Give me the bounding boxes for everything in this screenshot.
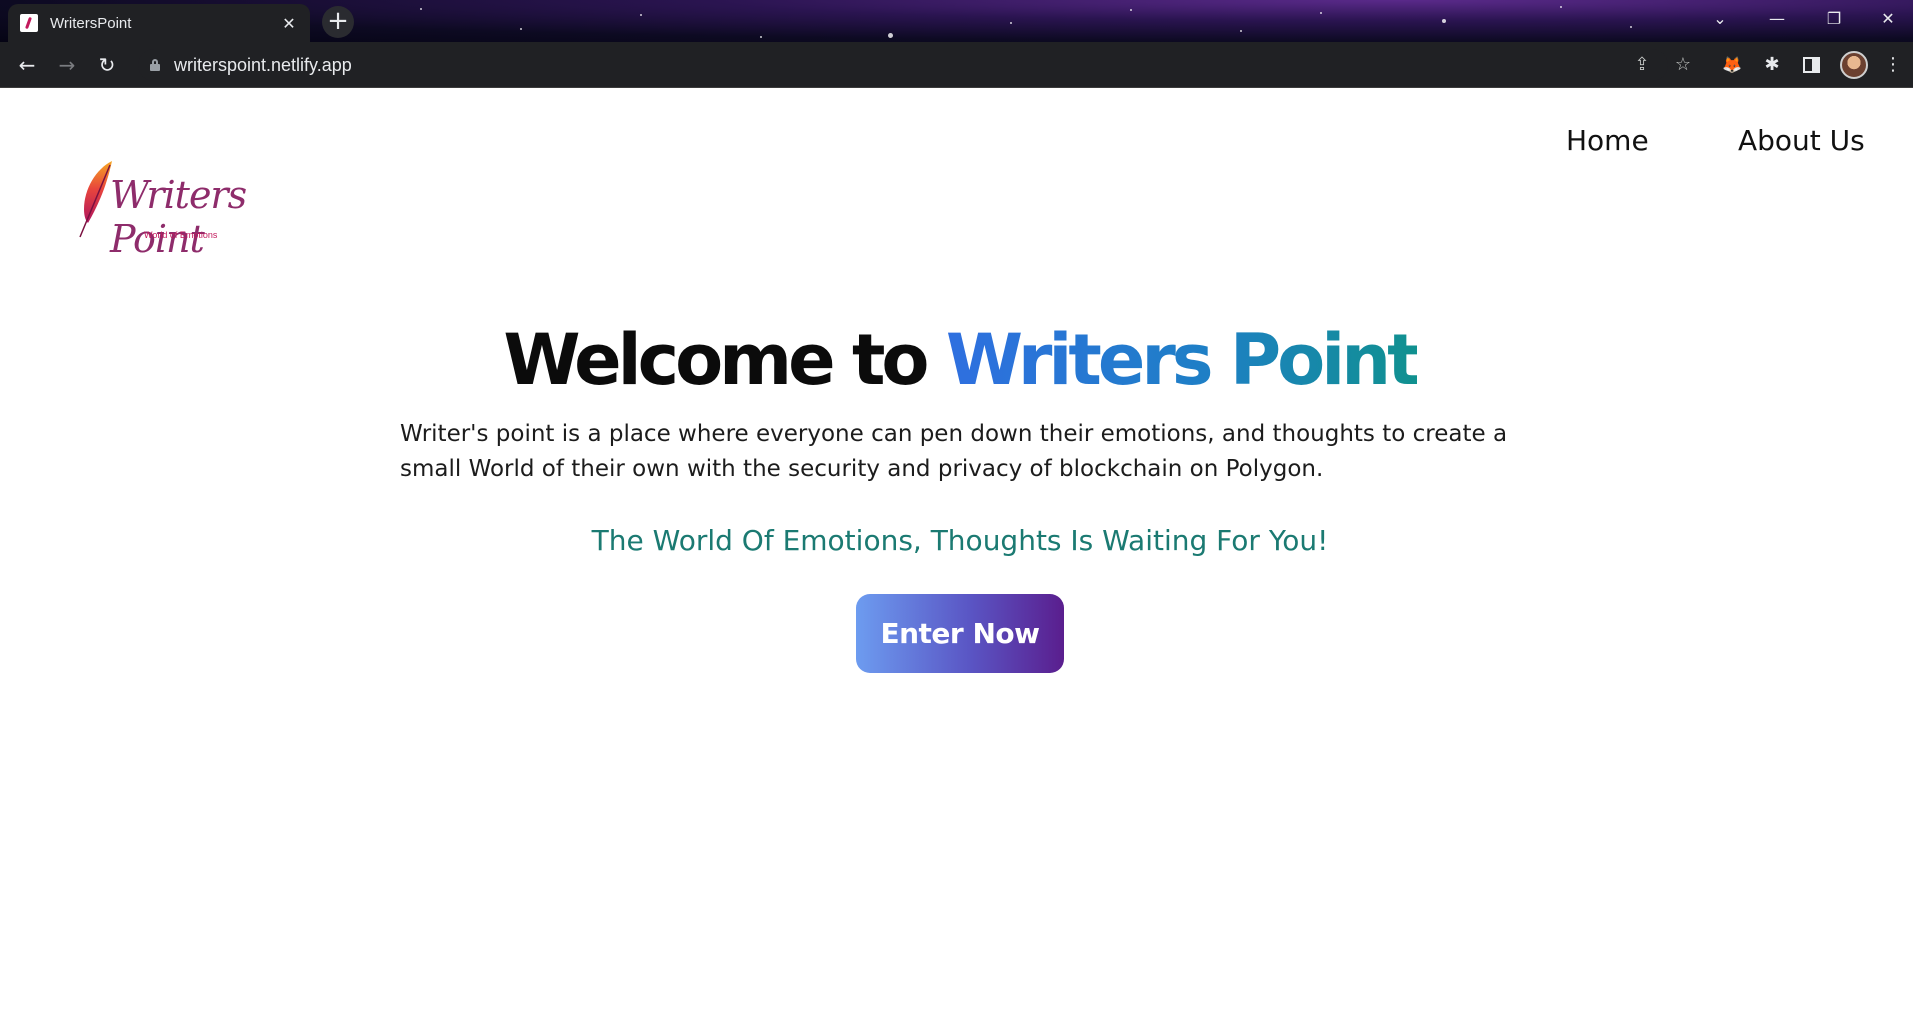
- side-panel-icon[interactable]: [1803, 57, 1820, 73]
- share-icon[interactable]: ⇪: [1629, 52, 1655, 78]
- hero-tagline: The World Of Emotions, Thoughts Is Waiti…: [591, 524, 1329, 557]
- decor-star: [520, 28, 522, 30]
- new-tab-button[interactable]: +: [322, 6, 354, 38]
- favicon-icon: [20, 14, 38, 32]
- hero-title-prefix: Welcome to: [503, 319, 946, 401]
- site-logo[interactable]: Writers Point World of Emotions: [76, 159, 276, 261]
- lock-icon[interactable]: [150, 59, 160, 71]
- url-text[interactable]: writerspoint.netlify.app: [174, 55, 352, 76]
- decor-star: [1560, 6, 1562, 8]
- restore-button[interactable]: ❐: [1806, 0, 1862, 40]
- back-button[interactable]: ←: [12, 50, 42, 80]
- decor-star: [1442, 19, 1446, 23]
- decor-star: [1240, 30, 1242, 32]
- forward-button[interactable]: →: [52, 50, 82, 80]
- metamask-fox-icon[interactable]: 🦊: [1719, 52, 1745, 78]
- browser-tab[interactable]: WritersPoint ✕: [8, 4, 310, 42]
- browser-tab-strip: WritersPoint ✕ + ⌄ — ❐ ✕: [0, 0, 1913, 42]
- bookmark-star-icon[interactable]: ☆: [1670, 52, 1696, 78]
- decor-star: [640, 14, 642, 16]
- menu-dots-icon[interactable]: ⋮: [1880, 52, 1906, 78]
- close-window-button[interactable]: ✕: [1860, 0, 1913, 40]
- tab-title: WritersPoint: [50, 14, 132, 32]
- browser-toolbar: ← → ↻ writerspoint.netlify.app ⇪ ☆ 🦊 ✱ ⋮: [0, 42, 1913, 88]
- nav-home-link[interactable]: Home: [1566, 124, 1649, 157]
- decor-star: [420, 8, 422, 10]
- profile-avatar[interactable]: [1840, 51, 1868, 79]
- decor-star: [1010, 22, 1012, 24]
- address-bar[interactable]: writerspoint.netlify.app: [138, 49, 1668, 81]
- extensions-puzzle-icon[interactable]: ✱: [1759, 52, 1785, 78]
- page-content: Writers Point World of Emotions Home Abo…: [0, 89, 1913, 1020]
- logo-subtitle: World of Emotions: [144, 230, 218, 240]
- tab-search-button[interactable]: ⌄: [1692, 0, 1748, 40]
- decor-star: [760, 36, 762, 38]
- decor-star: [1130, 9, 1132, 11]
- decor-star: [1320, 12, 1322, 14]
- hero-title: Welcome to Writers Point: [0, 319, 1913, 401]
- hero-title-accent: Writers Point: [945, 319, 1421, 401]
- decor-star: [1630, 26, 1632, 28]
- minimize-button[interactable]: —: [1749, 0, 1805, 40]
- reload-button[interactable]: ↻: [92, 50, 122, 80]
- enter-now-button[interactable]: Enter Now: [856, 594, 1064, 673]
- hero-description: Writer's point is a place where everyone…: [400, 421, 1508, 482]
- nav-about-link[interactable]: About Us: [1738, 124, 1865, 157]
- decor-star: [888, 33, 893, 38]
- logo-text: Writers Point: [110, 173, 247, 261]
- tab-close-icon[interactable]: ✕: [280, 14, 298, 33]
